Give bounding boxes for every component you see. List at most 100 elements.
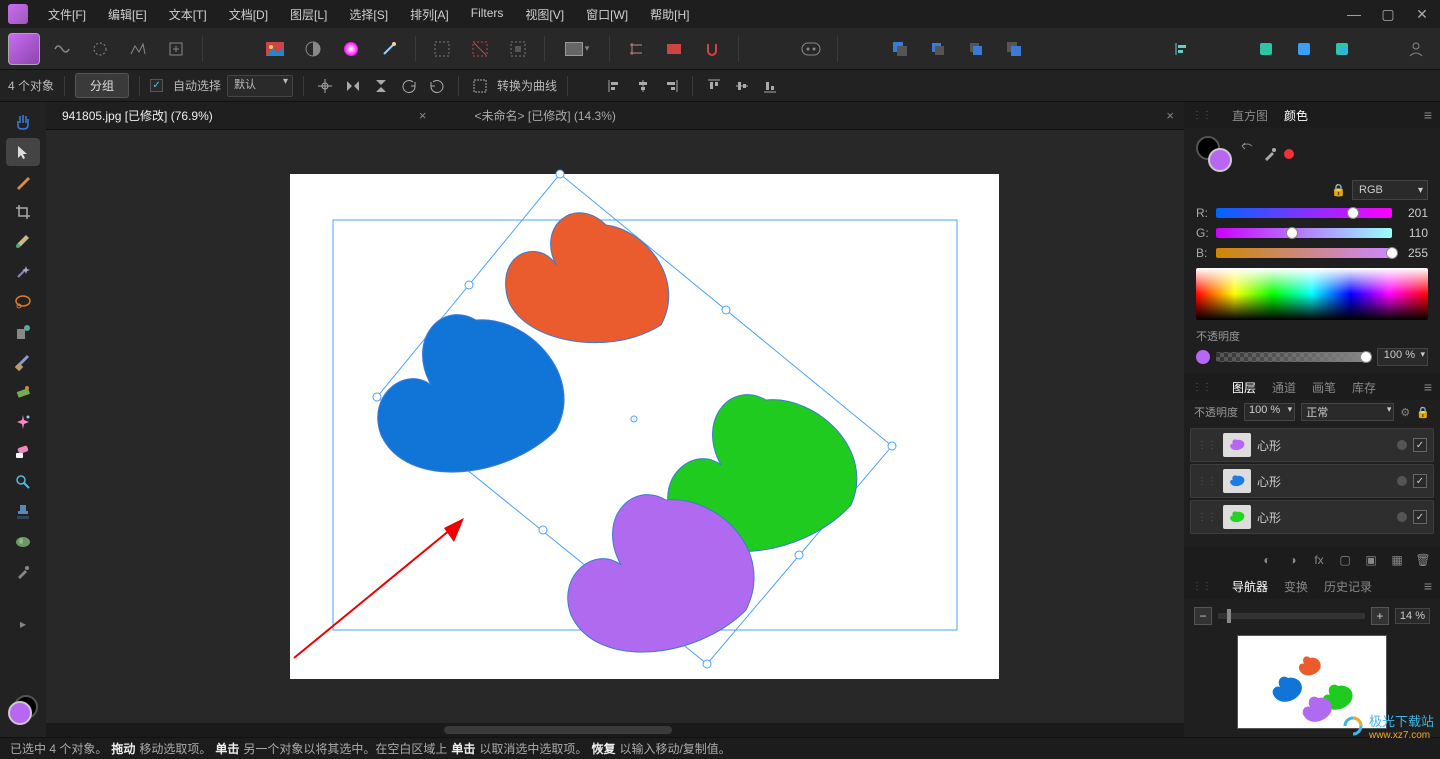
- color-mode-select[interactable]: RGB: [1352, 180, 1428, 200]
- layer-visibility-dot[interactable]: [1397, 440, 1407, 450]
- auto-select-mode-select[interactable]: 默认: [227, 75, 293, 97]
- layer-opacity-select[interactable]: 100 %: [1244, 403, 1295, 421]
- blue-slider[interactable]: [1216, 248, 1392, 258]
- add-layer-icon[interactable]: ▦: [1388, 553, 1406, 567]
- auto-select-checkbox[interactable]: ✓: [150, 79, 163, 92]
- red-value[interactable]: 201: [1398, 206, 1428, 220]
- align-bottom-icon[interactable]: [759, 75, 781, 97]
- layer-visibility-dot[interactable]: [1397, 476, 1407, 486]
- magnet-icon[interactable]: [696, 33, 728, 65]
- blue-value[interactable]: 255: [1398, 246, 1428, 260]
- panel-menu-icon[interactable]: ≡: [1424, 107, 1432, 123]
- layer-row[interactable]: ⋮⋮ 心形 ✓: [1190, 500, 1434, 534]
- zoom-value[interactable]: 14 %: [1395, 608, 1430, 624]
- tab-navigator[interactable]: 导航器: [1232, 578, 1268, 595]
- pan-tool-icon[interactable]: [6, 108, 40, 136]
- persona-liquify-icon[interactable]: [46, 33, 78, 65]
- menu-layer[interactable]: 图层[L]: [280, 2, 337, 27]
- snapshot-b-icon[interactable]: [1288, 33, 1320, 65]
- marquee-icon[interactable]: [426, 33, 458, 65]
- zoom-out-button[interactable]: −: [1194, 607, 1212, 625]
- canvas-viewport[interactable]: [46, 130, 1184, 723]
- layer-row[interactable]: ⋮⋮ 心形 ✓: [1190, 464, 1434, 498]
- erase-tool-icon[interactable]: [6, 438, 40, 466]
- layer-grip-icon[interactable]: ⋮⋮: [1197, 476, 1217, 487]
- delete-layer-icon[interactable]: 🗑: [1414, 553, 1432, 567]
- menu-arrange[interactable]: 排列[A]: [400, 2, 459, 27]
- spectrum-picker[interactable]: [1196, 268, 1428, 320]
- lock-icon[interactable]: 🔒: [1416, 406, 1430, 419]
- menu-document[interactable]: 文档[D]: [219, 2, 278, 27]
- layer-grip-icon[interactable]: ⋮⋮: [1197, 440, 1217, 451]
- tab-channels[interactable]: 通道: [1272, 379, 1296, 396]
- tab-histogram[interactable]: 直方图: [1232, 107, 1268, 124]
- layer-checkbox[interactable]: ✓: [1413, 510, 1427, 524]
- arrange-forward-icon[interactable]: [960, 33, 992, 65]
- layer-checkbox[interactable]: ✓: [1413, 438, 1427, 452]
- persona-develop-icon[interactable]: [84, 33, 116, 65]
- red-slider[interactable]: [1216, 208, 1392, 218]
- crop-guides-icon[interactable]: [620, 33, 652, 65]
- origin-center-icon[interactable]: [314, 75, 336, 97]
- lock-icon[interactable]: 🔒: [1331, 183, 1346, 197]
- eyedropper-tool-icon[interactable]: [6, 558, 40, 586]
- arrange-backward-icon[interactable]: [922, 33, 954, 65]
- align-middle-v-icon[interactable]: [731, 75, 753, 97]
- tab-transform[interactable]: 变换: [1284, 578, 1308, 595]
- brush-tool-icon[interactable]: [6, 168, 40, 196]
- rotate-cw-icon[interactable]: [426, 75, 448, 97]
- group-button[interactable]: 分组: [75, 73, 129, 98]
- crop-tool-icon[interactable]: [6, 198, 40, 226]
- wand-icon[interactable]: [373, 33, 405, 65]
- menu-help[interactable]: 帮助[H]: [640, 2, 699, 27]
- shape-tool-icon[interactable]: [6, 528, 40, 556]
- panel-menu-icon[interactable]: ≡: [1424, 379, 1432, 395]
- gear-icon[interactable]: ⚙: [1400, 406, 1410, 419]
- panel-grip-icon[interactable]: ⋮⋮: [1192, 110, 1212, 121]
- opacity-value-select[interactable]: 100 %: [1377, 348, 1428, 366]
- tab-document-2[interactable]: <未命名> [已修改] (14.3%): [469, 105, 622, 126]
- tab-library[interactable]: 库存: [1352, 379, 1376, 396]
- eyedropper-icon[interactable]: [1262, 146, 1278, 162]
- panel-menu-icon[interactable]: ≡: [1424, 578, 1432, 594]
- account-icon[interactable]: [1400, 33, 1432, 65]
- convert-to-curves-button[interactable]: 转换为曲线: [497, 77, 557, 94]
- tab-brushes[interactable]: 画笔: [1312, 379, 1336, 396]
- group-layer-icon[interactable]: ▣: [1362, 553, 1380, 567]
- rotate-ccw-icon[interactable]: [398, 75, 420, 97]
- horizontal-scrollbar[interactable]: [46, 723, 1184, 737]
- panel-grip-icon[interactable]: ⋮⋮: [1192, 382, 1212, 393]
- menu-filters[interactable]: Filters: [461, 2, 514, 27]
- deselect-icon[interactable]: [464, 33, 496, 65]
- fx-icon[interactable]: fx: [1310, 553, 1328, 567]
- invert-selection-icon[interactable]: [502, 33, 534, 65]
- panel-grip-icon[interactable]: ⋮⋮: [1192, 581, 1212, 592]
- align-left-icon[interactable]: [604, 75, 626, 97]
- align-center-h-icon[interactable]: [632, 75, 654, 97]
- zoom-in-button[interactable]: +: [1371, 607, 1389, 625]
- swap-colors-icon[interactable]: [1238, 140, 1256, 168]
- wand-tool-icon[interactable]: [6, 258, 40, 286]
- contrast-icon[interactable]: [297, 33, 329, 65]
- tab-history[interactable]: 历史记录: [1324, 578, 1372, 595]
- blend-mode-select[interactable]: 正常: [1301, 403, 1394, 421]
- grid-snap-icon[interactable]: [658, 33, 690, 65]
- image-icon[interactable]: [259, 33, 291, 65]
- align-right-icon[interactable]: [660, 75, 682, 97]
- stamp-tool-icon[interactable]: [6, 498, 40, 526]
- heal-tool-icon[interactable]: [6, 348, 40, 376]
- green-slider[interactable]: [1216, 228, 1392, 238]
- tab-layers[interactable]: 图层: [1232, 379, 1256, 396]
- layer-visibility-dot[interactable]: [1397, 512, 1407, 522]
- clone-tool-icon[interactable]: [6, 318, 40, 346]
- layer-row[interactable]: ⋮⋮ 心形 ✓: [1190, 428, 1434, 462]
- flip-vertical-icon[interactable]: [370, 75, 392, 97]
- lasso-tool-icon[interactable]: [6, 288, 40, 316]
- color-swatch[interactable]: [8, 695, 38, 725]
- tab-document-1[interactable]: 941805.jpg [已修改] (76.9%): [56, 105, 219, 126]
- opacity-slider[interactable]: [1216, 352, 1371, 362]
- adjustment-icon[interactable]: ◑: [1284, 553, 1302, 567]
- mask-icon[interactable]: ◐: [1258, 553, 1276, 567]
- menu-edit[interactable]: 编辑[E]: [98, 2, 157, 27]
- zoom-tool-icon[interactable]: [6, 468, 40, 496]
